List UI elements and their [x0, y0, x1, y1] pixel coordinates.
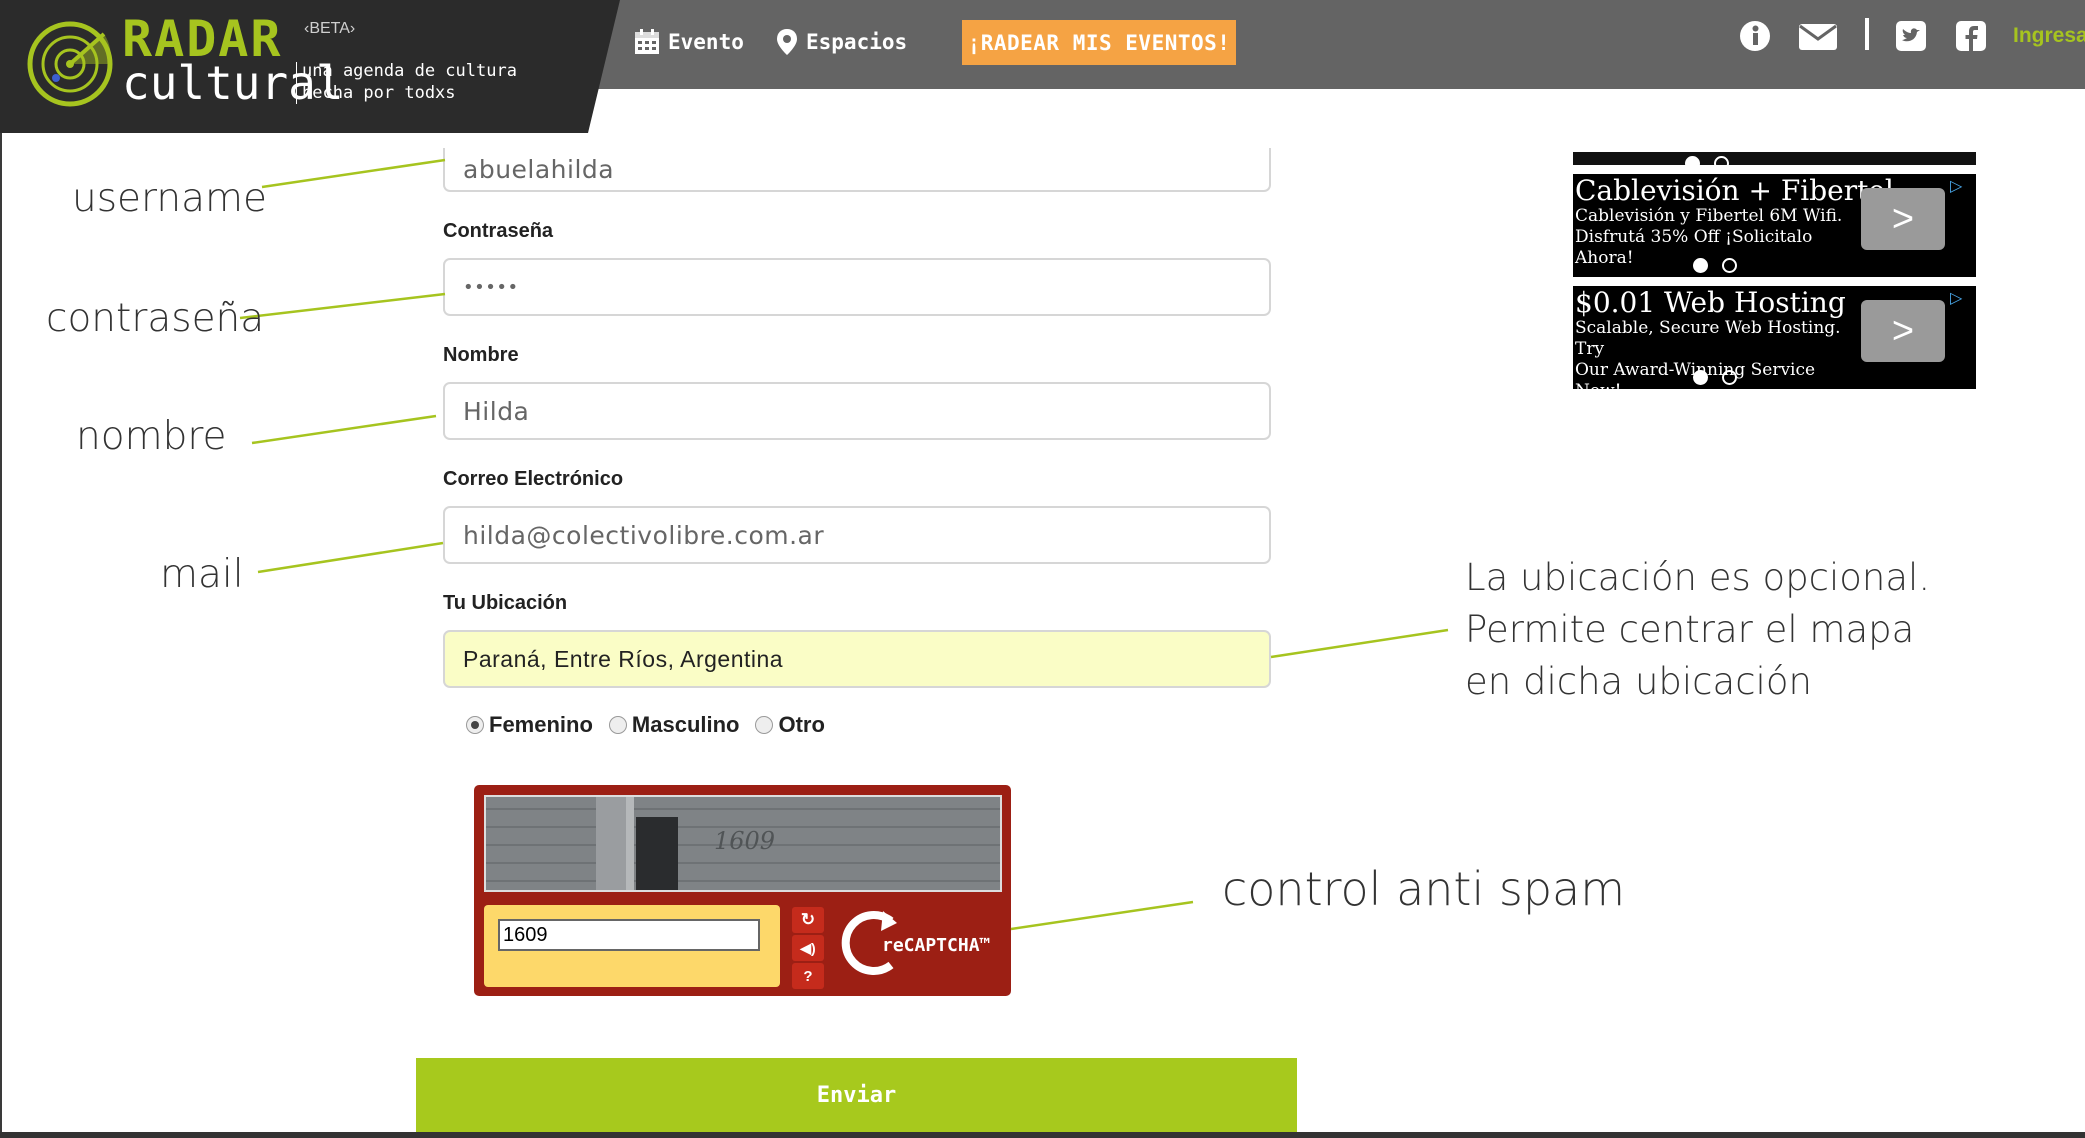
- gender-option-otro[interactable]: Otro: [755, 712, 825, 738]
- ad-dot[interactable]: [1714, 156, 1729, 171]
- email-label: Correo Electrónico: [443, 468, 624, 490]
- ad-dots: [1685, 156, 1729, 171]
- captcha-photo: 1609: [486, 797, 1000, 890]
- ad-banner-hosting[interactable]: $0.01 Web Hosting Scalable, Secure Web H…: [1573, 286, 1976, 389]
- email-field[interactable]: hilda@colectivolibre.com.ar: [443, 506, 1271, 564]
- ad-dots: [1693, 370, 1737, 385]
- location-annotation-line: [1270, 628, 1449, 659]
- location-label: Tu Ubicación: [443, 592, 568, 614]
- chevron-right-icon[interactable]: >: [1861, 300, 1945, 362]
- annotation-location: La ubicación es opcional. Permite centra…: [1465, 552, 1930, 708]
- beta-badge: ‹BETA›: [304, 20, 356, 37]
- facebook-icon[interactable]: [1955, 20, 1987, 52]
- calendar-icon: [635, 29, 659, 54]
- password-field[interactable]: •••••: [443, 258, 1271, 316]
- ad-dot[interactable]: [1685, 156, 1700, 171]
- map-pin-icon: [777, 29, 797, 55]
- nav-evento[interactable]: Evento: [634, 24, 744, 60]
- recaptcha-brand: reCAPTCHA™: [882, 935, 991, 956]
- twitter-icon[interactable]: [1895, 20, 1927, 52]
- username-field[interactable]: abuelahilda: [443, 148, 1271, 192]
- adchoices-icon[interactable]: ▷: [1950, 176, 1974, 196]
- info-icon[interactable]: [1739, 20, 1771, 52]
- username-annotation-line: [261, 158, 446, 189]
- gender-radio-group: Femenino Masculino Otro: [466, 712, 831, 738]
- captcha-image: 1609: [484, 795, 1002, 892]
- radar-logo-icon: [27, 21, 113, 107]
- name-label: Nombre: [443, 344, 519, 366]
- recaptcha-widget: 1609 1609 ↻ ◀) ? reCAPTCHA™: [474, 785, 1011, 996]
- gender-option-masculino[interactable]: Masculino: [608, 712, 740, 738]
- logo-divider: [296, 62, 297, 104]
- radio-label: Masculino: [631, 712, 740, 737]
- nav-espacios-label: Espacios: [806, 30, 908, 54]
- annotation-location-line: en dicha ubicación: [1465, 660, 1812, 703]
- ad-strip-top: [1573, 152, 1976, 171]
- name-annotation-line: [251, 414, 437, 445]
- annotation-name: nombre: [76, 414, 227, 459]
- radio-label: Femenino: [489, 712, 593, 737]
- annotation-password: contraseña: [46, 296, 265, 341]
- password-annotation-line: [239, 292, 446, 320]
- tagline-line: una agenda de cultura: [302, 61, 517, 81]
- login-link[interactable]: Ingresar: [2013, 24, 2085, 48]
- mail-annotation-line: [257, 541, 444, 574]
- ad-dot[interactable]: [1722, 370, 1737, 385]
- ad-banner-cablevision[interactable]: Cablevisión + Fibertel Cablevisión y Fib…: [1573, 174, 1976, 277]
- logo-panel[interactable]: RADAR ‹BETA› cultural una agenda de cult…: [0, 0, 620, 133]
- captcha-refresh-icon[interactable]: ↻: [792, 907, 824, 933]
- ad-dot[interactable]: [1693, 258, 1708, 273]
- window-left-border: [0, 0, 2, 1138]
- ad-desc-line: Scalable, Secure Web Hosting. Try: [1575, 318, 1841, 359]
- radear-mis-eventos-button[interactable]: ¡RADEAR MIS EVENTOS!: [962, 20, 1236, 65]
- window-bottom-border: [0, 1132, 2085, 1138]
- captcha-image-text: 1609: [714, 827, 775, 855]
- ad-title: Cablevisión + Fibertel: [1575, 174, 1894, 207]
- ad-dot[interactable]: [1693, 370, 1708, 385]
- radio-otro[interactable]: [755, 716, 774, 734]
- chevron-right-icon[interactable]: >: [1861, 188, 1945, 250]
- mail-icon[interactable]: [1798, 20, 1838, 52]
- tagline-line: hecha por todxs: [302, 83, 456, 103]
- captcha-answer-area: 1609: [484, 905, 780, 987]
- ad-title: $0.01 Web Hosting: [1575, 286, 1846, 319]
- annotation-location-line: La ubicación es opcional.: [1465, 556, 1931, 599]
- captcha-audio-icon[interactable]: ◀): [792, 935, 824, 961]
- captcha-help-icon[interactable]: ?: [792, 963, 824, 989]
- ad-dots: [1693, 258, 1737, 273]
- nav-evento-label: Evento: [668, 30, 744, 54]
- password-label: Contraseña: [443, 220, 554, 242]
- ad-desc-line: Cablevisión y Fibertel 6M Wifi.: [1575, 206, 1843, 226]
- location-field[interactable]: Paraná, Entre Ríos, Argentina: [443, 630, 1271, 688]
- radio-label: Otro: [778, 712, 825, 737]
- logo-tagline: una agenda de cultura hecha por todxs: [302, 60, 517, 104]
- name-field[interactable]: Hilda: [443, 382, 1271, 440]
- annotation-captcha: control anti spam: [1222, 862, 1626, 916]
- captcha-annotation-line: [1010, 900, 1194, 931]
- annotation-location-line: Permite centrar el mapa: [1465, 608, 1915, 651]
- radio-femenino[interactable]: [466, 716, 484, 734]
- header-divider: [1865, 18, 1869, 50]
- nav-espacios[interactable]: Espacios: [776, 24, 907, 60]
- gender-option-femenino[interactable]: Femenino: [466, 712, 593, 738]
- radio-masculino[interactable]: [608, 716, 627, 734]
- annotation-mail: mail: [160, 552, 244, 597]
- adchoices-icon[interactable]: ▷: [1950, 288, 1974, 308]
- annotation-username: username: [72, 176, 267, 221]
- ad-dot[interactable]: [1722, 258, 1737, 273]
- enviar-button[interactable]: Enviar: [416, 1058, 1297, 1132]
- captcha-answer-input[interactable]: 1609: [498, 919, 760, 951]
